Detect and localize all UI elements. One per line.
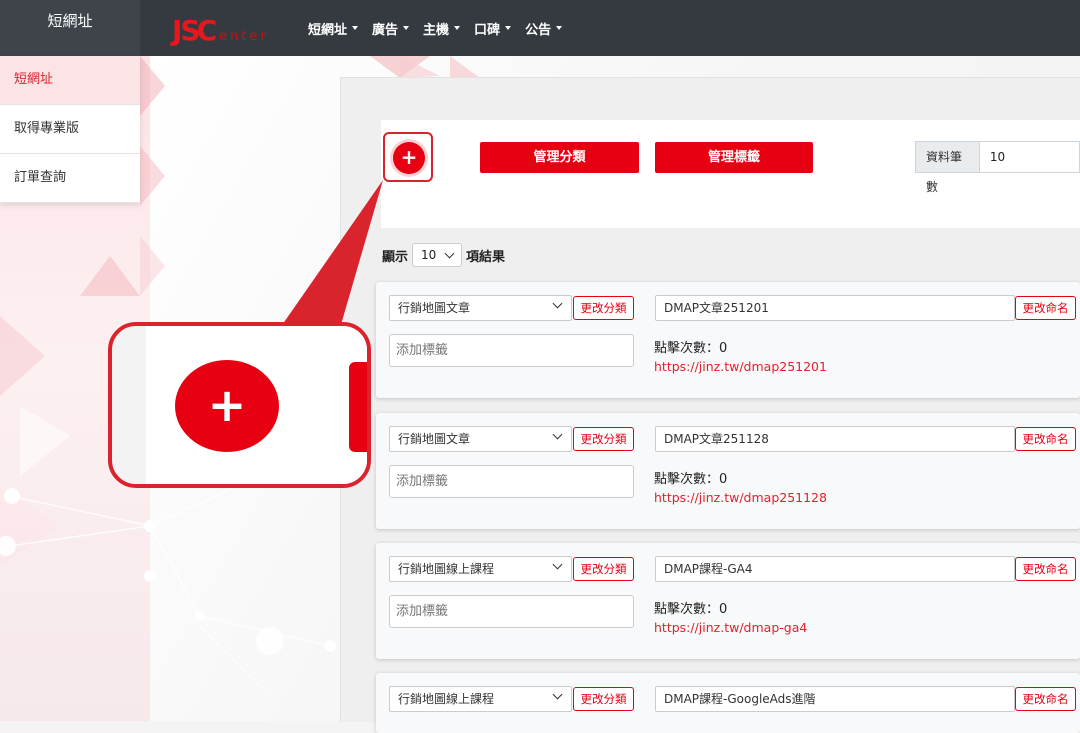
logo-enter-text: enter [219,29,269,44]
rename-button[interactable]: 更改命名 [1015,427,1076,451]
add-short-url-button[interactable]: + [393,142,425,174]
rename-button[interactable]: 更改命名 [1015,687,1076,711]
change-category-button[interactable]: 更改分類 [573,687,634,711]
url-name-input[interactable]: DMAP文章251128 [655,426,1015,452]
change-category-button[interactable]: 更改分類 [573,296,634,320]
click-count: 點擊次數：0 [654,602,728,617]
logo-c-text: C [196,14,218,47]
plus-icon: + [400,145,418,169]
show-suffix: 項結果 [466,249,506,265]
chevron-down-icon [552,298,563,309]
category-select[interactable]: 行銷地圖線上課程 [389,686,572,712]
sidebar-item-order-lookup[interactable]: 訂單查詢 [0,154,140,203]
record-count-input[interactable]: 10 [979,141,1080,173]
nav-item-label: 口碑 [474,22,501,38]
rename-button[interactable]: 更改命名 [1015,557,1076,581]
category-value: 行銷地圖線上課程 [398,562,495,576]
category-value: 行銷地圖線上課程 [398,692,495,706]
url-name-input[interactable]: DMAP文章251201 [655,295,1015,321]
sidebar: 短網址 取得專業版 訂單查詢 [0,56,140,203]
category-select[interactable]: 行銷地圖線上課程 [389,556,572,582]
change-category-button[interactable]: 更改分類 [573,557,634,581]
manage-categories-button[interactable]: 管理分類 [480,142,639,173]
page-length-value: 10 [421,248,437,262]
chevron-down-icon [444,248,455,258]
caret-down-icon [556,26,563,30]
category-value: 行銷地圖文章 [398,432,471,446]
nav-item-short-url[interactable]: 短網址 [308,19,359,38]
page-length-control: 顯示 10 項結果 [382,243,505,267]
short-url-link[interactable]: https://jinz.tw/dmap251128 [654,490,827,505]
zoom-callout: + [108,322,371,488]
record-count-group: 資料筆數 10 [915,141,1080,194]
change-category-button[interactable]: 更改分類 [573,427,634,451]
caret-down-icon [352,26,359,30]
click-count: 點擊次數：0 [654,341,728,356]
short-url-card: 行銷地圖文章 更改分類 添加標籤 DMAP文章251128 更改命名 點擊次數：… [376,413,1080,529]
top-navbar: 短網址 JS C enter 短網址 廣告 主機 口碑 公告 [0,0,1080,56]
nav-item-ads[interactable]: 廣告 [372,19,410,38]
toolbar-panel [381,120,1080,228]
rename-button[interactable]: 更改命名 [1015,296,1076,320]
short-url-card: 行銷地圖線上課程 更改分類 DMAP課程-GoogleAds進階 更改命名 [376,673,1080,733]
add-tag-input[interactable]: 添加標籤 [389,595,634,628]
nav-item-label: 公告 [525,22,552,38]
click-count: 點擊次數：0 [654,472,728,487]
chevron-down-icon [552,559,563,570]
jscenter-logo[interactable]: JS C enter [172,10,269,46]
nav-item-host[interactable]: 主機 [423,19,461,38]
page-length-select[interactable]: 10 [412,243,463,267]
nav-item-reviews[interactable]: 口碑 [474,19,512,38]
chevron-down-icon [552,689,563,700]
logo-js-text: JS [172,14,201,47]
nav-item-label: 短網址 [308,22,348,38]
url-name-input[interactable]: DMAP課程-GoogleAds進階 [655,686,1015,712]
category-value: 行銷地圖文章 [398,301,471,315]
record-count-label: 資料筆數 [915,141,980,194]
plus-icon: + [175,360,279,452]
caret-down-icon [454,26,461,30]
add-tag-input[interactable]: 添加標籤 [389,465,634,498]
nav-item-label: 主機 [423,22,450,38]
nav-item-label: 廣告 [372,22,399,38]
short-url-link[interactable]: https://jinz.tw/dmap-ga4 [654,620,807,635]
chevron-down-icon [552,429,563,440]
show-prefix: 顯示 [382,249,409,265]
short-url-link[interactable]: https://jinz.tw/dmap251201 [654,359,827,374]
callout-button-edge [349,362,367,452]
sidebar-item-short-url[interactable]: 短網址 [0,56,140,105]
main-nav: 短網址 廣告 主機 口碑 公告 [308,0,563,56]
caret-down-icon [505,26,512,30]
short-url-card: 行銷地圖線上課程 更改分類 添加標籤 DMAP課程-GA4 更改命名 點擊次數：… [376,543,1080,659]
caret-down-icon [403,26,410,30]
nav-item-announcements[interactable]: 公告 [525,19,563,38]
short-url-card: 行銷地圖文章 更改分類 添加標籤 DMAP文章251201 更改命名 點擊次數：… [376,282,1080,398]
add-tag-input[interactable]: 添加標籤 [389,334,634,367]
manage-tags-button[interactable]: 管理標籤 [655,142,813,173]
url-name-input[interactable]: DMAP課程-GA4 [655,556,1015,582]
category-select[interactable]: 行銷地圖文章 [389,426,572,452]
category-select[interactable]: 行銷地圖文章 [389,295,572,321]
site-title[interactable]: 短網址 [0,0,140,56]
sidebar-item-get-pro[interactable]: 取得專業版 [0,105,140,154]
